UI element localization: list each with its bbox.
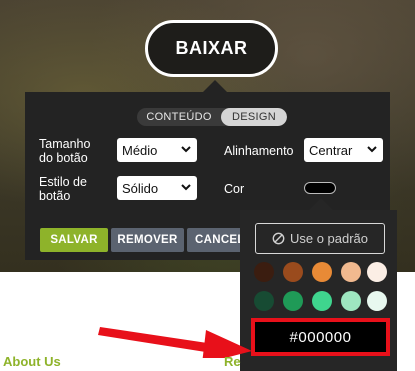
alignment-label: Alinhamento	[224, 144, 294, 158]
color-swatch[interactable]	[254, 291, 274, 311]
save-button[interactable]: SALVAR	[40, 228, 108, 252]
cancel-button[interactable]: CANCELAR	[187, 228, 247, 252]
color-swatch[interactable]	[341, 262, 361, 282]
color-swatch[interactable]	[283, 262, 303, 282]
size-label: Tamanho do botão	[39, 137, 91, 165]
color-swatch[interactable]	[367, 291, 387, 311]
color-swatch[interactable]	[341, 291, 361, 311]
remove-button[interactable]: REMOVER	[111, 228, 184, 252]
style-label: Estilo de botão	[39, 175, 87, 203]
footer-about-us[interactable]: About Us	[3, 354, 61, 369]
no-color-icon	[272, 232, 285, 245]
picker-pointer	[309, 198, 333, 210]
color-swatch-button[interactable]	[304, 182, 336, 194]
download-button-label: BAIXAR	[175, 38, 248, 58]
color-swatch[interactable]	[254, 262, 274, 282]
alignment-select[interactable]: Centrar	[304, 138, 383, 162]
color-swatch[interactable]	[312, 291, 332, 311]
color-swatch[interactable]	[312, 262, 332, 282]
footer-link-partial[interactable]: Re	[224, 354, 241, 369]
chevron-down-icon	[181, 184, 191, 191]
chevron-down-icon	[181, 146, 191, 153]
tab-design[interactable]: DESIGN	[221, 108, 287, 126]
hex-color-input[interactable]: #000000	[251, 318, 390, 356]
red-arrow-annotation	[98, 327, 252, 358]
color-swatch[interactable]	[367, 262, 387, 282]
color-swatch[interactable]	[283, 291, 303, 311]
tab-content[interactable]: CONTEÚDO	[137, 108, 221, 126]
color-label: Cor	[224, 182, 245, 196]
use-default-button[interactable]: Use o padrão	[255, 223, 385, 254]
panel-tabs: CONTEÚDO DESIGN	[137, 108, 287, 126]
chevron-down-icon	[367, 146, 377, 153]
style-select[interactable]: Sólido	[117, 176, 197, 200]
size-select[interactable]: Médio	[117, 138, 197, 162]
download-button[interactable]: BAIXAR	[145, 20, 278, 77]
panel-pointer	[203, 80, 227, 92]
